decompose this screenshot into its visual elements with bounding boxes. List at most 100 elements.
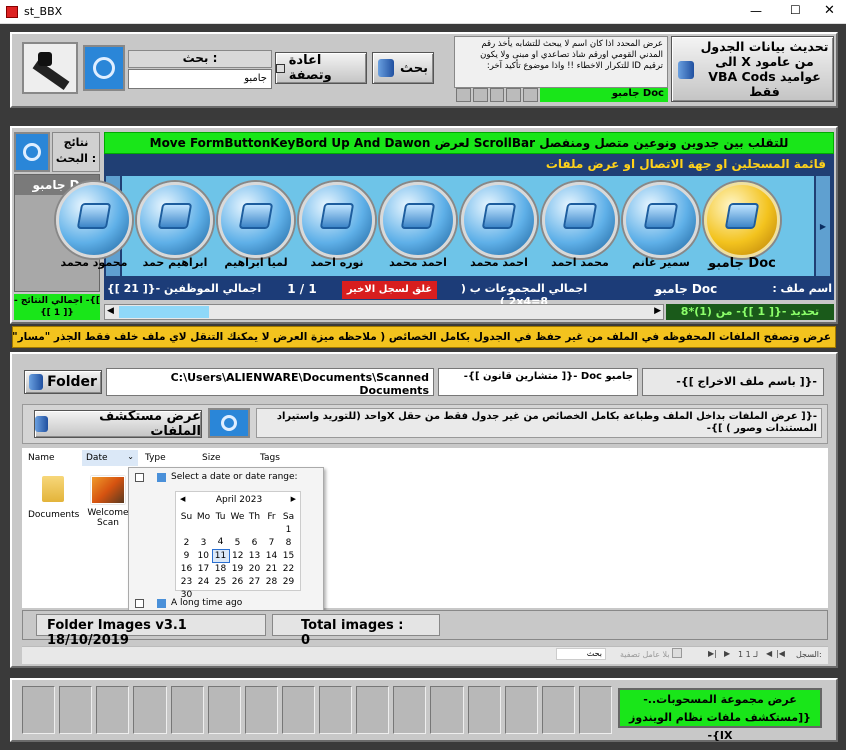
contact-item[interactable] bbox=[461, 182, 537, 258]
calendar: ◀ April 2023 ▶ Su Mo Tu We Th Fr Sa 1 2 3 4 5 6 7 8 9 10… bbox=[175, 491, 302, 600]
prev-record-button[interactable]: ◀ bbox=[766, 649, 772, 658]
reset-filter-button[interactable]: اعادة وتصفة bbox=[275, 52, 367, 84]
calendar-day[interactable]: 28 bbox=[263, 575, 280, 588]
bottom-cell bbox=[430, 686, 464, 734]
calendar-day[interactable]: 16 bbox=[178, 562, 195, 575]
bottom-cell bbox=[133, 686, 167, 734]
database-icon bbox=[29, 374, 44, 390]
column-size[interactable]: Size bbox=[202, 453, 220, 463]
calendar-day[interactable]: 15 bbox=[280, 549, 297, 562]
calendar-day bbox=[280, 588, 297, 601]
calendar-day[interactable]: 4 bbox=[212, 536, 229, 549]
next-month-button[interactable]: ▶ bbox=[291, 495, 296, 503]
column-type[interactable]: Type bbox=[145, 453, 166, 463]
scroll-left-arrow[interactable]: ◀ bbox=[107, 306, 114, 316]
nav-search-input[interactable]: بحث bbox=[556, 648, 606, 660]
contact-item[interactable] bbox=[623, 182, 699, 258]
results-search-button[interactable] bbox=[14, 132, 50, 172]
search-magnifier-button[interactable] bbox=[83, 45, 125, 91]
update-columns-button[interactable]: تحديث بيانات الجدول من عامود X الى عوامي… bbox=[671, 36, 834, 102]
filter-icon bbox=[276, 63, 285, 73]
scroll-banner: للتقلب بين جدوين ونوعين متصل ومنفصل Scro… bbox=[104, 132, 834, 154]
books-icon bbox=[724, 203, 760, 229]
bottom-cell bbox=[319, 686, 353, 734]
file-item-welcome-scan[interactable]: Welcome Scan bbox=[86, 476, 130, 536]
calendar-day[interactable]: 22 bbox=[280, 562, 297, 575]
calendar-day[interactable]: 12 bbox=[229, 549, 246, 562]
contact-item[interactable] bbox=[218, 182, 294, 258]
calendar-day[interactable]: 7 bbox=[263, 536, 280, 549]
contact-item[interactable] bbox=[137, 182, 213, 258]
calendar-day[interactable]: 18 bbox=[212, 562, 229, 575]
calendar-month[interactable]: April 2023 bbox=[176, 495, 302, 505]
calendar-day[interactable]: 1 bbox=[280, 523, 297, 536]
scroll-thumb[interactable] bbox=[119, 306, 209, 318]
column-date[interactable]: Date ⌄ bbox=[82, 450, 138, 466]
calendar-day[interactable]: 21 bbox=[263, 562, 280, 575]
date-range-checkbox[interactable] bbox=[135, 473, 144, 482]
search-input[interactable]: جامبو bbox=[128, 69, 272, 89]
close-button[interactable]: ✕ bbox=[824, 3, 835, 18]
column-name[interactable]: Name bbox=[28, 453, 55, 463]
bottom-cell bbox=[578, 686, 612, 734]
calendar-day[interactable]: 8 bbox=[280, 536, 297, 549]
calendar-day[interactable]: 3 bbox=[195, 536, 212, 549]
horizontal-scrollbar[interactable]: ◀ ▶ bbox=[104, 304, 664, 320]
maximize-button[interactable]: ☐ bbox=[790, 3, 801, 17]
open-explorer-button[interactable]: عرض مستكشف الملفات bbox=[34, 409, 202, 439]
calendar-day[interactable]: 27 bbox=[246, 575, 263, 588]
weekday-label: We bbox=[230, 511, 245, 522]
output-name-label: -{[ باسم ملف الاخراج ]}- bbox=[642, 368, 824, 396]
scroll-right-button[interactable]: ▶ bbox=[816, 176, 830, 276]
calendar-day[interactable]: 14 bbox=[263, 549, 280, 562]
calendar-day[interactable]: 25 bbox=[212, 575, 229, 588]
scroll-right-arrow[interactable]: ▶ bbox=[654, 306, 661, 316]
search-button[interactable]: بحث bbox=[372, 52, 434, 84]
contact-item[interactable] bbox=[542, 182, 618, 258]
contact-item[interactable] bbox=[56, 182, 132, 258]
contact-item[interactable] bbox=[380, 182, 456, 258]
calendar-day[interactable]: 13 bbox=[246, 549, 263, 562]
database-icon bbox=[377, 59, 394, 77]
calendar-day[interactable]: 10 bbox=[195, 549, 212, 562]
weekday-label: Tu bbox=[215, 511, 226, 522]
column-tags[interactable]: Tags bbox=[260, 453, 280, 463]
record-value[interactable]: 1 لـ 1 bbox=[738, 650, 758, 659]
calendar-day[interactable]: 11 bbox=[211, 548, 230, 563]
file-item-documents[interactable]: Documents bbox=[28, 476, 79, 526]
calendar-day[interactable]: 9 bbox=[178, 549, 195, 562]
people-row: جامبو Doc سمير غانم محمد احمد احمد محمد احمد… bbox=[56, 176, 814, 276]
calendar-day[interactable]: 6 bbox=[246, 536, 263, 549]
lock-last-record-button[interactable]: غلق لسجل الاخير bbox=[342, 281, 437, 299]
next-record-button[interactable]: ▶ bbox=[724, 649, 730, 658]
folder-button[interactable]: Folder bbox=[24, 370, 102, 394]
calendar-day[interactable]: 23 bbox=[178, 575, 195, 588]
windows-explorer-button[interactable]: عرض مجموعة المسحوبات..-{[مستكشف ملفات نظ… bbox=[618, 688, 822, 742]
sub-folder-field[interactable]: جامبو Doc -{[ متشارين قانون ]}- bbox=[438, 368, 638, 396]
database-icon bbox=[35, 416, 49, 432]
calendar-day[interactable]: 2 bbox=[178, 536, 195, 549]
explorer-search-button[interactable] bbox=[208, 408, 250, 438]
contact-item[interactable] bbox=[299, 182, 375, 258]
calendar-day[interactable]: 26 bbox=[229, 575, 246, 588]
contact-item[interactable] bbox=[704, 182, 780, 258]
minimize-button[interactable]: — bbox=[750, 4, 762, 18]
long-ago-checkbox[interactable] bbox=[135, 599, 144, 608]
stamp-button[interactable] bbox=[22, 42, 78, 94]
calendar-day[interactable]: 5 bbox=[229, 536, 246, 549]
calendar-day[interactable]: 19 bbox=[229, 562, 246, 575]
info-box: عرض المحدد اذا كان اسم لا يبحث للتشابه ي… bbox=[454, 36, 668, 88]
no-filter-label[interactable]: بلا عامل تصفية bbox=[620, 650, 670, 659]
first-record-button[interactable]: |◀ bbox=[776, 649, 785, 658]
calendar-day[interactable]: 29 bbox=[280, 575, 297, 588]
last-record-button[interactable]: ▶| bbox=[708, 649, 717, 658]
calendar-day[interactable]: 20 bbox=[246, 562, 263, 575]
path-field[interactable]: C:\Users\ALIENWARE\Documents\Scanned Doc… bbox=[106, 368, 434, 397]
folder-icon bbox=[42, 476, 64, 502]
calendar-day[interactable]: 17 bbox=[195, 562, 212, 575]
weekday-label: Th bbox=[248, 511, 261, 522]
contact-name: جامبو Doc bbox=[708, 256, 776, 271]
title-bar: st_BBX — ☐ ✕ bbox=[0, 0, 846, 24]
calendar-day[interactable]: 24 bbox=[195, 575, 212, 588]
search-label: بحث : bbox=[128, 50, 272, 68]
